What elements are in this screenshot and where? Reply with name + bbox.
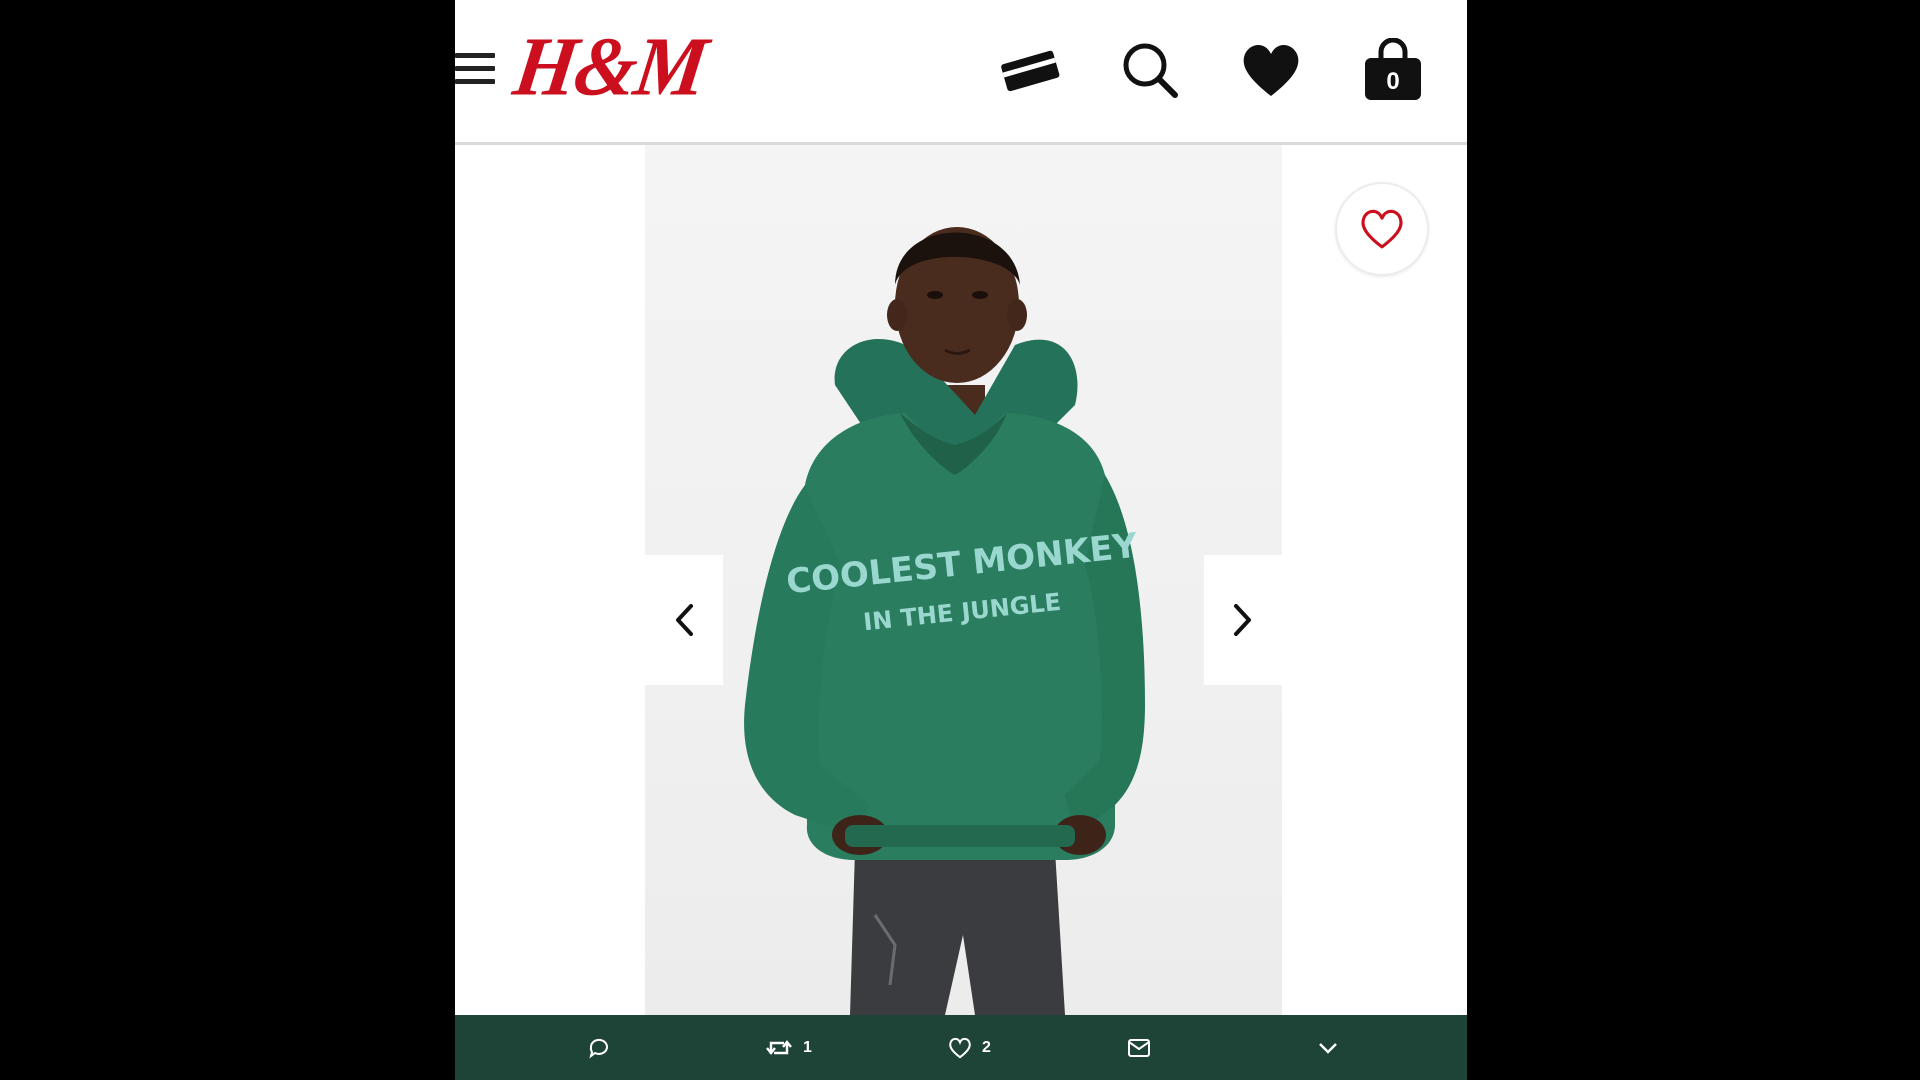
brand-logo[interactable]: H&M [508,20,712,115]
retweet-count: 1 [803,1039,812,1056]
bag-count-badge: 0 [1386,68,1400,95]
like-icon [949,1037,971,1059]
top-nav-bar: H&M 0 [455,0,1467,145]
tweet-action-bar: 1 2 [455,1015,1467,1080]
chevron-down-icon [1319,1043,1337,1054]
like-button[interactable]: 2 [948,1033,991,1063]
chevron-left-icon [676,604,693,636]
next-image-button[interactable] [1204,555,1282,685]
reply-icon [589,1038,608,1059]
heart-icon[interactable] [1231,30,1311,110]
reply-button[interactable] [587,1033,611,1063]
card-icon[interactable] [990,30,1070,110]
bag-icon[interactable]: 0 [1353,30,1433,110]
like-count: 2 [982,1039,991,1056]
more-options-button[interactable] [1317,1033,1339,1063]
direct-message-button[interactable] [1127,1033,1151,1063]
envelope-icon [1128,1039,1150,1057]
retweet-icon [766,1040,792,1055]
add-to-favorites-button[interactable] [1335,182,1429,276]
chevron-right-icon [1234,604,1251,636]
previous-image-button[interactable] [645,555,723,685]
menu-icon[interactable] [455,53,495,87]
product-photo: COOLEST MONKEY IN THE JUNGLE [645,145,1282,1015]
search-icon[interactable] [1110,30,1190,110]
product-gallery: COOLEST MONKEY IN THE JUNGLE [455,145,1467,1015]
phone-screenshot: H&M 0 COOLEST MONKEY IN THE JUNGLE 1 2 [455,0,1467,1080]
retweet-button[interactable]: 1 [765,1033,812,1063]
heart-outline-icon [1361,209,1403,249]
